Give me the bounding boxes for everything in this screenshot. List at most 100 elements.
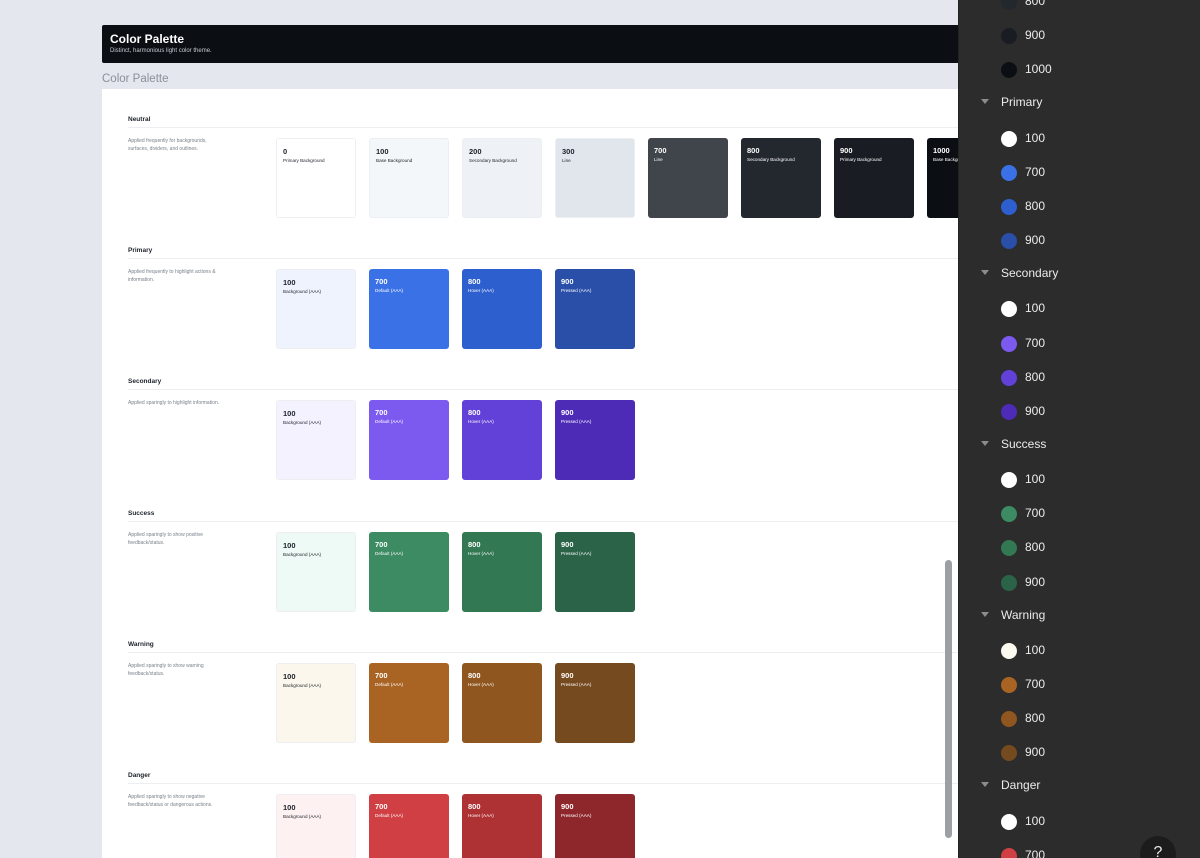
- color-style-label: 800: [1025, 370, 1046, 384]
- group-divider: [128, 783, 958, 784]
- swatch-shade: 300: [562, 147, 575, 156]
- color-style-label: 700: [1025, 165, 1046, 179]
- palette-banner[interactable]: Color Palette Distinct, harmonious light…: [102, 25, 958, 63]
- color-style-item[interactable]: 700: [959, 156, 1200, 190]
- style-group-header[interactable]: Primary: [959, 87, 1200, 121]
- style-group-header[interactable]: Success: [959, 429, 1200, 463]
- color-style-item[interactable]: 700: [959, 668, 1200, 702]
- color-style-item[interactable]: 700: [959, 327, 1200, 361]
- caret-down-icon[interactable]: [981, 782, 989, 787]
- color-swatch[interactable]: 200 Secondary Background: [462, 138, 542, 218]
- frame-label[interactable]: Color Palette: [102, 73, 168, 85]
- group-title: Success: [128, 510, 155, 517]
- style-group-label: Danger: [1001, 778, 1041, 792]
- color-style-label: 900: [1025, 575, 1046, 589]
- group-description: Applied sparingly to show warning feedba…: [128, 663, 204, 677]
- palette-group: Danger Applied sparingly to show negative…: [128, 772, 958, 858]
- swatch-shade: 900: [561, 802, 574, 811]
- style-group-label: Secondary: [1001, 266, 1059, 280]
- color-style-label: 700: [1025, 848, 1046, 858]
- color-swatch[interactable]: 700 Default (AAA): [369, 532, 449, 612]
- color-style-item[interactable]: 700: [959, 497, 1200, 531]
- group-divider: [128, 652, 958, 653]
- group-description: Applied sparingly to highlight informati…: [128, 400, 220, 406]
- color-swatch[interactable]: 800 Hover (AAA): [462, 532, 542, 612]
- group-description: Applied frequently for backgrounds, surf…: [128, 138, 207, 152]
- swatch-usage-label: Secondary Background: [469, 158, 517, 163]
- swatch-usage-label: Default (AAA): [375, 288, 404, 293]
- color-swatch[interactable]: 800 Hover (AAA): [462, 663, 542, 743]
- vertical-scrollbar[interactable]: [945, 560, 952, 838]
- swatch-shade: 100: [283, 541, 296, 550]
- swatch-usage-label: Default (AAA): [375, 682, 404, 687]
- color-style-item[interactable]: 900: [959, 736, 1200, 770]
- color-swatch[interactable]: 100 Background (AAA): [276, 269, 356, 349]
- color-swatch[interactable]: 800 Secondary Background: [741, 138, 821, 218]
- color-swatch[interactable]: 700 Default (AAA): [369, 794, 449, 858]
- color-style-item[interactable]: 800: [959, 531, 1200, 565]
- color-style-item[interactable]: 100: [959, 122, 1200, 156]
- swatch-usage-label: Line: [562, 158, 571, 163]
- banner-subtitle: Distinct, harmonious light color theme.: [110, 48, 212, 54]
- color-dot-icon: [1001, 404, 1017, 420]
- color-style-item[interactable]: 100: [959, 805, 1200, 839]
- swatch-usage-label: Pressed (AAA): [561, 288, 592, 293]
- color-swatch[interactable]: 800 Hover (AAA): [462, 794, 542, 858]
- swatch-usage-label: Default (AAA): [375, 419, 404, 424]
- color-swatch[interactable]: 900 Pressed (AAA): [555, 794, 635, 858]
- color-swatch[interactable]: 300 Line: [555, 138, 635, 218]
- caret-down-icon[interactable]: [981, 99, 989, 104]
- color-swatch[interactable]: 800 Hover (AAA): [462, 400, 542, 480]
- style-group-header[interactable]: Warning: [959, 600, 1200, 634]
- color-style-item[interactable]: 100: [959, 292, 1200, 326]
- group-description: Applied sparingly to show negative feedb…: [128, 794, 213, 808]
- color-style-label: 900: [1025, 745, 1046, 759]
- color-dot-icon: [1001, 28, 1017, 44]
- color-swatch[interactable]: 900 Pressed (AAA): [555, 400, 635, 480]
- color-swatch[interactable]: 700 Default (AAA): [369, 663, 449, 743]
- color-swatch[interactable]: 900 Primary Background: [834, 138, 914, 218]
- design-canvas[interactable]: Color Palette Distinct, harmonious light…: [0, 0, 958, 858]
- swatch-usage-label: Pressed (AAA): [561, 813, 592, 818]
- color-swatch[interactable]: 700 Default (AAA): [369, 400, 449, 480]
- swatch-usage-label: Hover (AAA): [468, 288, 494, 293]
- color-swatch[interactable]: 100 Base Background: [369, 138, 449, 218]
- color-swatch[interactable]: 100 Background (AAA): [276, 663, 356, 743]
- color-style-item[interactable]: 900: [959, 224, 1200, 258]
- color-style-item[interactable]: 1000: [959, 53, 1200, 87]
- swatch-shade: 900: [561, 408, 574, 417]
- style-group-label: Success: [1001, 437, 1047, 451]
- color-style-item[interactable]: 800: [959, 0, 1200, 19]
- color-swatch[interactable]: 100 Background (AAA): [276, 400, 356, 480]
- palette-board[interactable]: Neutral Applied frequently for background…: [102, 89, 958, 858]
- color-swatch[interactable]: 800 Hover (AAA): [462, 269, 542, 349]
- caret-down-icon[interactable]: [981, 612, 989, 617]
- style-group-header[interactable]: Secondary: [959, 258, 1200, 292]
- color-style-item[interactable]: 100: [959, 634, 1200, 668]
- color-style-item[interactable]: 900: [959, 566, 1200, 600]
- color-dot-icon: [1001, 199, 1017, 215]
- style-group-header[interactable]: Danger: [959, 770, 1200, 804]
- color-swatch[interactable]: 900 Pressed (AAA): [555, 532, 635, 612]
- color-swatch[interactable]: 900 Pressed (AAA): [555, 663, 635, 743]
- color-swatch[interactable]: 700 Line: [648, 138, 728, 218]
- color-style-item[interactable]: 100: [959, 463, 1200, 497]
- color-dot-icon: [1001, 575, 1017, 591]
- color-swatch[interactable]: 0 Primary Background: [276, 138, 356, 218]
- color-style-item[interactable]: 800: [959, 190, 1200, 224]
- caret-down-icon[interactable]: [981, 441, 989, 446]
- color-style-item[interactable]: 900: [959, 19, 1200, 53]
- swatch-shade: 1000: [933, 146, 950, 155]
- color-swatch[interactable]: 100 Background (AAA): [276, 794, 356, 858]
- color-swatch[interactable]: 1000 Base Background: [927, 138, 958, 218]
- color-dot-icon: [1001, 472, 1017, 488]
- color-swatch[interactable]: 700 Default (AAA): [369, 269, 449, 349]
- color-style-item[interactable]: 800: [959, 702, 1200, 736]
- color-style-label: 800: [1025, 0, 1046, 8]
- color-style-item[interactable]: 800: [959, 361, 1200, 395]
- caret-down-icon[interactable]: [981, 270, 989, 275]
- color-swatch[interactable]: 900 Pressed (AAA): [555, 269, 635, 349]
- swatch-usage-label: Hover (AAA): [468, 551, 494, 556]
- color-swatch[interactable]: 100 Background (AAA): [276, 532, 356, 612]
- color-style-item[interactable]: 900: [959, 395, 1200, 429]
